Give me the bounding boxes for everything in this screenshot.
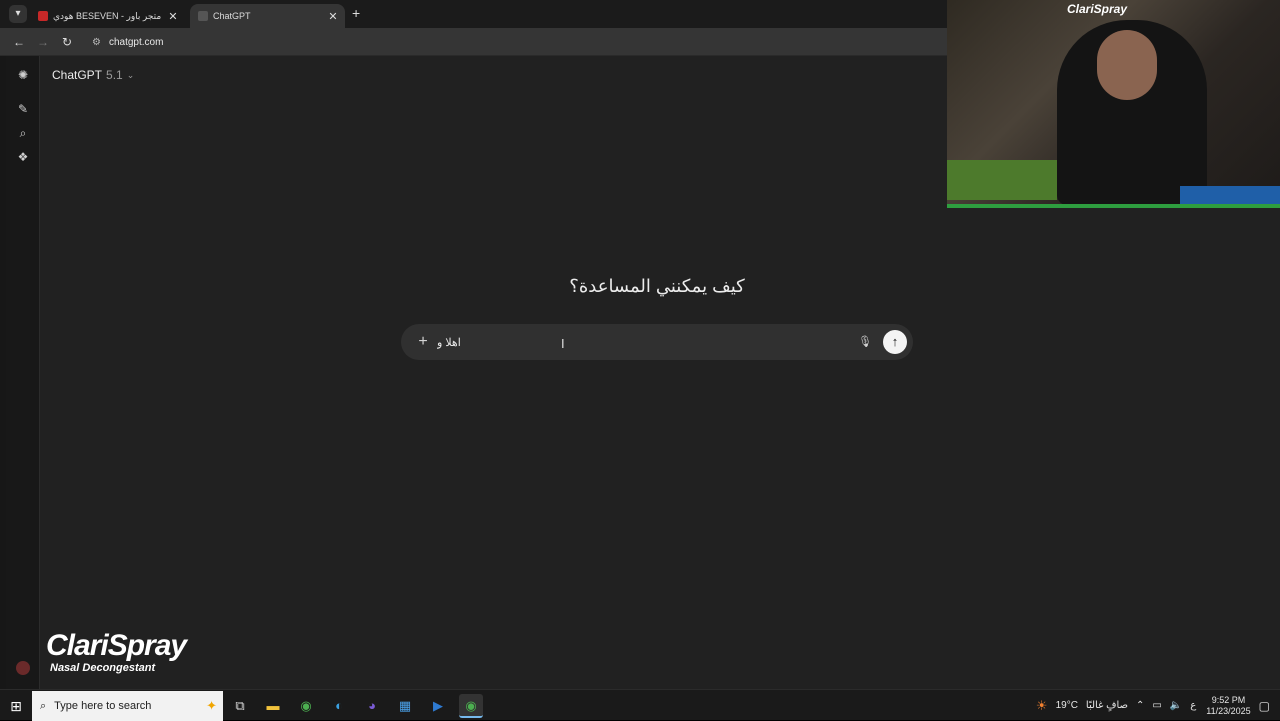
media-player-icon[interactable]: ▶ bbox=[426, 694, 450, 718]
weather-icon[interactable]: ☀ bbox=[1036, 698, 1048, 714]
webcam-overlay: ClariSpray bbox=[947, 0, 1280, 208]
chrome-active-icon[interactable]: ◉ bbox=[459, 694, 483, 718]
new-chat-icon[interactable]: ✎ bbox=[14, 100, 32, 118]
sponsor-logo: ClariSpray Nasal Decongestant bbox=[46, 629, 196, 675]
close-icon[interactable]: ✕ bbox=[167, 10, 179, 23]
webcam-sponsor-badge bbox=[1180, 186, 1280, 204]
store-favicon-icon bbox=[38, 11, 48, 21]
edge-icon[interactable]: ◐ bbox=[327, 694, 351, 718]
search-icon[interactable]: ⌕ bbox=[14, 124, 32, 142]
webcam-brand-logo: ClariSpray bbox=[1067, 2, 1128, 16]
system-tray: ☀ 19°C صافٍ غالبًا ⌃ ▭ 🔈 ع 9:52 PM 11/23… bbox=[1028, 690, 1280, 721]
task-view-icon[interactable]: ⧉ bbox=[228, 694, 252, 718]
model-version: 5.1 bbox=[106, 68, 123, 82]
microphone-icon[interactable]: 🎙 bbox=[855, 332, 875, 352]
tab-title: ChatGPT bbox=[213, 11, 251, 21]
taskbar: ⊞ ⌕ Type here to search ✦ ⧉ ▬ ◉ ◐ ◕ ▦ ▶ … bbox=[0, 689, 1280, 721]
site-info-icon[interactable]: ⚙ bbox=[92, 37, 101, 48]
streamer-face bbox=[1097, 30, 1157, 100]
calculator-icon[interactable]: ▦ bbox=[393, 694, 417, 718]
page-title: كيف يمكنني المساعدة؟ bbox=[569, 276, 745, 296]
temperature[interactable]: 19°C bbox=[1056, 700, 1078, 711]
browser-toolbar: ← → ↻ ⚙ chatgpt.com bbox=[0, 28, 948, 56]
time: 9:52 PM bbox=[1211, 694, 1246, 705]
volume-icon[interactable]: 🔈 bbox=[1170, 700, 1182, 711]
model-picker[interactable]: ChatGPT 5.1 ⌄ bbox=[52, 68, 134, 82]
forward-arrow-icon[interactable]: → bbox=[34, 33, 52, 51]
brand-name: ClariSpray bbox=[46, 629, 187, 662]
windows-start-icon[interactable]: ⊞ bbox=[6, 696, 26, 716]
webcam-background-shelf bbox=[947, 160, 1057, 200]
chevron-up-icon[interactable]: ⌃ bbox=[1136, 700, 1144, 711]
send-button[interactable]: ↑ bbox=[883, 330, 907, 354]
address-bar[interactable]: ⚙ chatgpt.com bbox=[86, 32, 946, 52]
notification-icon[interactable]: ▢ bbox=[1259, 699, 1270, 713]
model-name: ChatGPT bbox=[52, 68, 103, 82]
chat-composer: + 🎙 ↑ bbox=[401, 324, 913, 360]
discord-icon[interactable]: ◕ bbox=[360, 694, 384, 718]
tab-strip: ▾ هودي BESEVEN - متجر باور - ore ✕ ChatG… bbox=[0, 0, 948, 28]
tab-title: هودي BESEVEN - متجر باور - ore bbox=[53, 10, 162, 21]
back-arrow-icon[interactable]: ← bbox=[10, 33, 28, 51]
chatgpt-favicon-icon bbox=[198, 11, 208, 21]
search-icon: ⌕ bbox=[40, 699, 47, 712]
taskbar-search[interactable]: ⌕ Type here to search ✦ bbox=[32, 691, 223, 721]
weather-text[interactable]: صافٍ غالبًا bbox=[1086, 700, 1128, 711]
chevron-down-icon: ⌄ bbox=[126, 69, 135, 80]
brand-tagline: Nasal Decongestant bbox=[50, 662, 156, 674]
tab-search-chevron-down-icon[interactable]: ▾ bbox=[9, 5, 27, 23]
close-icon[interactable]: ✕ bbox=[327, 10, 339, 23]
date: 11/23/2025 bbox=[1206, 705, 1251, 716]
keyboard-language[interactable]: ع bbox=[1190, 700, 1196, 711]
new-tab-plus-icon[interactable]: + bbox=[352, 5, 360, 21]
reload-icon[interactable]: ↻ bbox=[58, 33, 76, 51]
search-highlight-icon: ✦ bbox=[206, 698, 217, 713]
attach-plus-icon[interactable]: + bbox=[413, 332, 433, 352]
chrome-icon[interactable]: ◉ bbox=[294, 694, 318, 718]
gpts-icon[interactable]: ❖ bbox=[14, 148, 32, 166]
tab-chatgpt[interactable]: ChatGPT ✕ bbox=[190, 4, 345, 28]
network-icon[interactable]: ▭ bbox=[1152, 700, 1161, 711]
search-placeholder: Type here to search bbox=[54, 700, 152, 712]
message-input[interactable] bbox=[435, 332, 575, 352]
text-cursor-icon: I bbox=[561, 336, 565, 351]
tab-store[interactable]: هودي BESEVEN - متجر باور - ore ✕ bbox=[30, 4, 185, 28]
sidebar-rail: ✺ ✎ ⌕ ❖ bbox=[6, 56, 40, 689]
file-explorer-icon[interactable]: ▬ bbox=[261, 694, 285, 718]
clock[interactable]: 9:52 PM 11/23/2025 bbox=[1206, 695, 1250, 717]
openai-logo-icon[interactable]: ✺ bbox=[14, 66, 32, 84]
url-text: chatgpt.com bbox=[108, 36, 164, 48]
avatar[interactable] bbox=[16, 661, 30, 675]
